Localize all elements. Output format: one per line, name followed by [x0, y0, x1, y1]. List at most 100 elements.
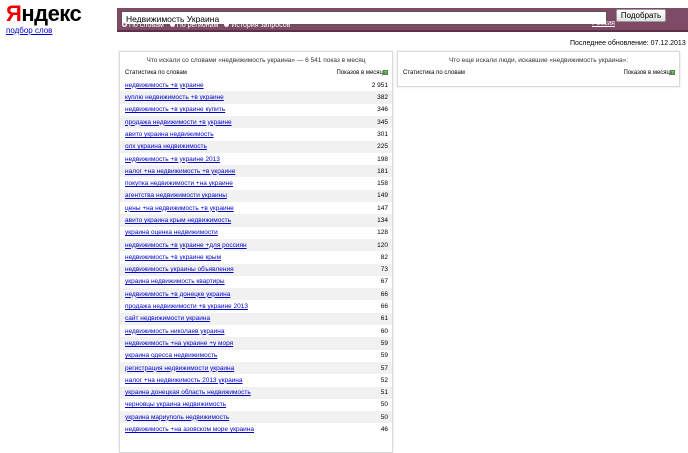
table-row: украина оценка недвижимости 128	[120, 227, 392, 239]
query-link[interactable]: украина недвижимость квартиры	[125, 278, 225, 285]
table-row: недвижимость +в украине 2 951	[120, 79, 392, 91]
query-link[interactable]: сайт недвижимости украина	[125, 315, 210, 322]
radio-label: По регионам	[176, 22, 219, 29]
related-header: Статистика по словам Показов в месяц?	[398, 70, 679, 76]
query-link[interactable]: агентства недвижимости украины	[125, 192, 227, 199]
query-link[interactable]: налог +на недвижимость 2013 украина	[125, 377, 243, 384]
results-header: Статистика по словам Показов в месяц?	[120, 70, 392, 76]
radio-dot-icon	[169, 21, 175, 27]
show-count: 82	[380, 253, 388, 261]
query-link[interactable]: регистрация недвижимости украина	[125, 365, 234, 372]
related-title: Что еще искали люди, искавшие «недвижимо…	[448, 57, 629, 64]
table-row: продажа недвижимости +в украине 345	[120, 115, 392, 129]
table-row: украина недвижимость квартиры 67	[120, 276, 392, 288]
show-count: 158	[377, 180, 388, 188]
table-row: украина мариуполь недвижимость 50	[120, 411, 392, 424]
show-count: 128	[377, 229, 388, 237]
wordstat-link[interactable]: подбор слов	[6, 26, 52, 35]
query-link[interactable]: украина одесса недвижимость	[125, 352, 217, 359]
table-row: украина одесса недвижимость 59	[120, 350, 392, 362]
col-shows: Показов в месяц?	[336, 70, 388, 76]
col-shows-label: Показов в месяц	[336, 70, 383, 77]
results-panel: Что искали со словами «недвижимость укра…	[119, 51, 393, 453]
query-link[interactable]: налог +на недвижимость +в украине	[125, 168, 235, 175]
table-row: недвижимость +в украине крым 82	[120, 251, 392, 263]
query-link[interactable]: недвижимость +в украине купить	[125, 106, 225, 113]
radio-label: История запросов	[231, 22, 291, 29]
query-link[interactable]: олх украина недвижимость	[125, 143, 207, 150]
query-link[interactable]: продажа недвижимости +в украине	[125, 119, 232, 126]
query-link[interactable]: украина донецкая область недвижимость	[125, 389, 251, 396]
show-count: 66	[380, 290, 388, 298]
query-link[interactable]: авито украина крым недвижимость	[125, 217, 231, 224]
table-row: сайт недвижимости украина 61	[120, 312, 392, 326]
query-link[interactable]: покупка недвижимости +на украине	[125, 180, 233, 187]
show-count: 301	[377, 130, 388, 138]
show-count: 46	[380, 426, 388, 434]
table-row: недвижимость +на украине +у моря 59	[120, 337, 392, 350]
show-count: 50	[380, 401, 388, 409]
pick-button[interactable]: Подобрать	[616, 9, 666, 22]
show-count: 66	[380, 303, 388, 311]
query-link[interactable]: авито украина недвижимость	[125, 131, 214, 138]
show-count: 346	[377, 106, 388, 114]
show-count: 149	[377, 192, 388, 200]
show-count: 120	[377, 241, 388, 249]
query-link[interactable]: украина оценка недвижимости	[125, 229, 218, 236]
table-row: украина донецкая область недвижимость 51	[120, 386, 392, 399]
query-link[interactable]: продажа недвижимости +в украине 2013	[125, 303, 248, 310]
yandex-logo[interactable]: Яндекс	[6, 1, 82, 26]
table-row: покупка недвижимости +на украине 158	[120, 177, 392, 189]
show-count: 345	[377, 118, 388, 126]
show-count: 52	[380, 376, 388, 384]
show-count: 2 951	[371, 81, 388, 89]
show-count: 61	[380, 315, 388, 323]
show-count: 67	[380, 278, 388, 286]
query-link[interactable]: недвижимость +на украине +у моря	[125, 340, 233, 347]
query-link[interactable]: цены +на недвижимость +в украине	[125, 205, 234, 212]
query-link[interactable]: недвижимость украины объявления	[125, 266, 234, 273]
query-link[interactable]: недвижимость +в донецке украина	[125, 291, 230, 298]
table-row: недвижимость николаев украина 60	[120, 325, 392, 337]
query-link[interactable]: недвижимость николаев украина	[125, 328, 224, 335]
table-row: налог +на недвижимость 2013 украина 52	[120, 374, 392, 386]
results-list: недвижимость +в украине 2 951 куплю недвиж…	[120, 79, 392, 436]
table-row: недвижимость +в донецке украина 66	[120, 288, 392, 301]
col-words-label: Статистика по словам	[125, 70, 187, 76]
radio-dot-icon	[122, 21, 127, 27]
region-link[interactable]: Россия	[592, 20, 615, 27]
table-row: налог +на недвижимость +в украине 181	[120, 165, 392, 178]
show-count: 50	[380, 413, 388, 421]
table-row: авито украина крым недвижимость 134	[120, 214, 392, 227]
table-row: недвижимость украины объявления 73	[120, 263, 392, 276]
query-link[interactable]: недвижимость +в украине +для россиян	[125, 242, 247, 249]
table-row: черновцы украина недвижимость 50	[120, 399, 392, 411]
logo-text: ндекс	[21, 1, 82, 26]
show-count: 57	[380, 364, 388, 372]
table-row: недвижимость +на азовском море украина 46	[120, 423, 392, 435]
help-icon[interactable]: ?	[383, 70, 388, 75]
query-link[interactable]: недвижимость +в украине 2013	[125, 156, 220, 163]
help-icon[interactable]: ?	[670, 70, 675, 75]
query-link[interactable]: черновцы украина недвижимость	[125, 401, 226, 408]
show-count: 181	[377, 167, 388, 175]
table-row: агентства недвижимости украины 149	[120, 189, 392, 203]
query-link[interactable]: куплю недвижимость +в украине	[125, 94, 224, 101]
query-link[interactable]: недвижимость +в украине крым	[125, 254, 221, 261]
last-updated: Последнее обновление: 07.12.2013	[570, 40, 686, 47]
query-link[interactable]: недвижимость +в украине	[125, 82, 204, 89]
query-link[interactable]: недвижимость +на азовском море украина	[125, 426, 254, 433]
mode-radio[interactable]: История запросов	[224, 21, 291, 29]
radio-dot-icon	[224, 21, 230, 27]
logo-letter: Я	[6, 1, 22, 26]
mode-radio[interactable]: По словам	[122, 21, 164, 29]
show-count: 59	[380, 339, 388, 347]
query-link[interactable]: украина мариуполь недвижимость	[125, 414, 229, 421]
mode-radio[interactable]: По регионам	[169, 21, 219, 29]
table-row: авито украина недвижимость 301	[120, 128, 392, 140]
table-row: недвижимость +в украине +для россиян 120	[120, 238, 392, 252]
show-count: 60	[380, 327, 388, 335]
table-row: недвижимость +в украине купить 346	[120, 104, 392, 116]
show-count: 382	[377, 94, 388, 102]
table-row: продажа недвижимости +в украине 2013 66	[120, 300, 392, 312]
